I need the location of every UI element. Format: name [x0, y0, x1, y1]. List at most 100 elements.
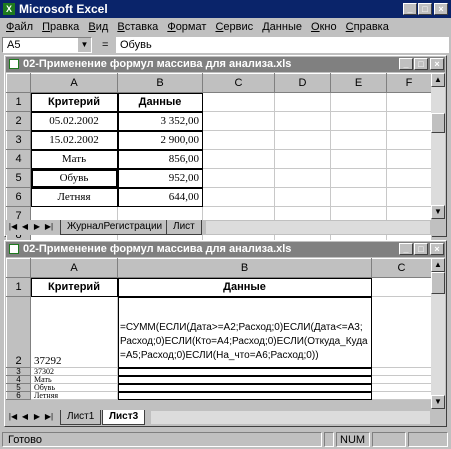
first-sheet-icon[interactable]: |◀ [8, 411, 18, 423]
column-header[interactable]: B [117, 258, 372, 278]
row-header[interactable]: 2 [6, 296, 31, 368]
window-2-close-button[interactable]: × [430, 243, 444, 255]
cell[interactable] [330, 187, 387, 207]
scroll-thumb[interactable] [431, 272, 445, 294]
cell[interactable] [202, 130, 275, 150]
cell[interactable] [117, 383, 372, 392]
tab-journal[interactable]: ЖурналРегистрации [60, 220, 170, 235]
tab-sheet1[interactable]: Лист1 [60, 410, 102, 425]
scroll-down-button[interactable]: ▼ [431, 205, 445, 219]
cell[interactable] [274, 92, 331, 112]
vertical-scrollbar-1[interactable]: ▲ ▼ [431, 73, 445, 219]
scroll-up-button[interactable]: ▲ [431, 73, 445, 87]
row-header[interactable]: 1 [6, 92, 31, 112]
cell[interactable]: 3 352,00 [117, 111, 203, 131]
cell[interactable] [386, 92, 432, 112]
cell[interactable] [386, 111, 432, 131]
cell[interactable] [117, 391, 372, 400]
row-header[interactable]: 3 [6, 130, 31, 150]
cell[interactable] [330, 92, 387, 112]
last-sheet-icon[interactable]: ▶| [44, 411, 54, 423]
row-header[interactable]: 1 [6, 277, 31, 297]
menu-file[interactable]: Файл [6, 21, 33, 33]
cell[interactable]: Данные [117, 92, 203, 112]
cell[interactable] [371, 375, 432, 384]
chevron-down-icon[interactable]: ▼ [78, 38, 91, 52]
cell[interactable] [202, 92, 275, 112]
prev-sheet-icon[interactable]: ◀ [20, 411, 30, 423]
menu-window[interactable]: Окно [311, 21, 337, 33]
formula-cell[interactable]: =СУММ(ЕСЛИ(Дата>=A2;Расход;0)ЕСЛИ(Дата<=… [117, 296, 372, 368]
close-button[interactable]: × [434, 3, 448, 15]
cell[interactable] [274, 130, 331, 150]
scroll-thumb[interactable] [431, 113, 445, 133]
menu-format[interactable]: Формат [167, 21, 206, 33]
cell[interactable]: 644,00 [117, 187, 203, 207]
tab-sheet[interactable]: Лист [166, 220, 202, 235]
cell[interactable] [371, 367, 432, 376]
row-header[interactable]: 2 [6, 111, 31, 131]
column-header[interactable]: A [30, 258, 118, 278]
menu-edit[interactable]: Правка [42, 21, 79, 33]
column-header[interactable]: B [117, 73, 203, 93]
row-header[interactable]: 4 [6, 149, 31, 169]
horizontal-scrollbar-2[interactable] [151, 411, 430, 424]
last-sheet-icon[interactable]: ▶| [44, 221, 54, 233]
cell[interactable] [371, 391, 432, 400]
window-1-minimize-button[interactable]: _ [399, 58, 413, 70]
cell[interactable] [274, 168, 331, 188]
cell[interactable] [371, 296, 432, 368]
cell[interactable]: Летняя [30, 391, 118, 400]
cell[interactable] [386, 149, 432, 169]
cell[interactable]: Летняя [30, 187, 118, 207]
cell[interactable] [274, 111, 331, 131]
row-header[interactable]: 4 [6, 375, 31, 384]
horizontal-scrollbar-1[interactable] [206, 221, 430, 234]
menu-insert[interactable]: Вставка [117, 21, 158, 33]
column-header[interactable]: A [30, 73, 118, 93]
cell[interactable] [274, 149, 331, 169]
cell[interactable] [371, 277, 432, 297]
row-header[interactable]: 6 [6, 391, 31, 400]
cell[interactable] [202, 149, 275, 169]
cell[interactable] [274, 187, 331, 207]
next-sheet-icon[interactable]: ▶ [32, 411, 42, 423]
cell[interactable]: 37302 [30, 367, 118, 376]
scroll-down-button[interactable]: ▼ [431, 395, 445, 409]
cell[interactable] [386, 168, 432, 188]
cell[interactable]: 37292 [30, 296, 118, 368]
cell[interactable] [386, 130, 432, 150]
vertical-scrollbar-2[interactable]: ▲ ▼ [431, 258, 445, 409]
row-header[interactable]: 6 [6, 187, 31, 207]
first-sheet-icon[interactable]: |◀ [8, 221, 18, 233]
cell[interactable] [371, 383, 432, 392]
menu-data[interactable]: Данные [262, 21, 302, 33]
minimize-button[interactable]: _ [403, 3, 417, 15]
prev-sheet-icon[interactable]: ◀ [20, 221, 30, 233]
column-header[interactable]: D [274, 73, 331, 93]
cell[interactable] [330, 168, 387, 188]
cell[interactable]: 856,00 [117, 149, 203, 169]
cell[interactable]: 2 900,00 [117, 130, 203, 150]
cell[interactable] [202, 168, 275, 188]
cell[interactable]: Критерий [30, 92, 118, 112]
row-header[interactable]: 5 [6, 168, 31, 188]
tab-sheet3[interactable]: Лист3 [102, 410, 146, 425]
window-2-minimize-button[interactable]: _ [399, 243, 413, 255]
cell[interactable] [117, 367, 372, 376]
maximize-button[interactable]: □ [418, 3, 432, 15]
corner-cell[interactable] [6, 258, 31, 278]
cell[interactable] [330, 149, 387, 169]
cell[interactable]: Мать [30, 149, 118, 169]
cell[interactable]: 15.02.2002 [30, 130, 118, 150]
menu-tools[interactable]: Сервис [215, 21, 253, 33]
menu-view[interactable]: Вид [88, 21, 108, 33]
formula-input[interactable]: Обувь [116, 37, 449, 53]
equals-button[interactable]: = [102, 39, 108, 51]
menu-help[interactable]: Справка [346, 21, 389, 33]
cell[interactable] [117, 375, 372, 384]
cell[interactable]: Данные [117, 277, 372, 297]
row-header[interactable]: 3 [6, 367, 31, 376]
cell[interactable]: Мать [30, 375, 118, 384]
cell[interactable]: 952,00 [117, 168, 203, 188]
